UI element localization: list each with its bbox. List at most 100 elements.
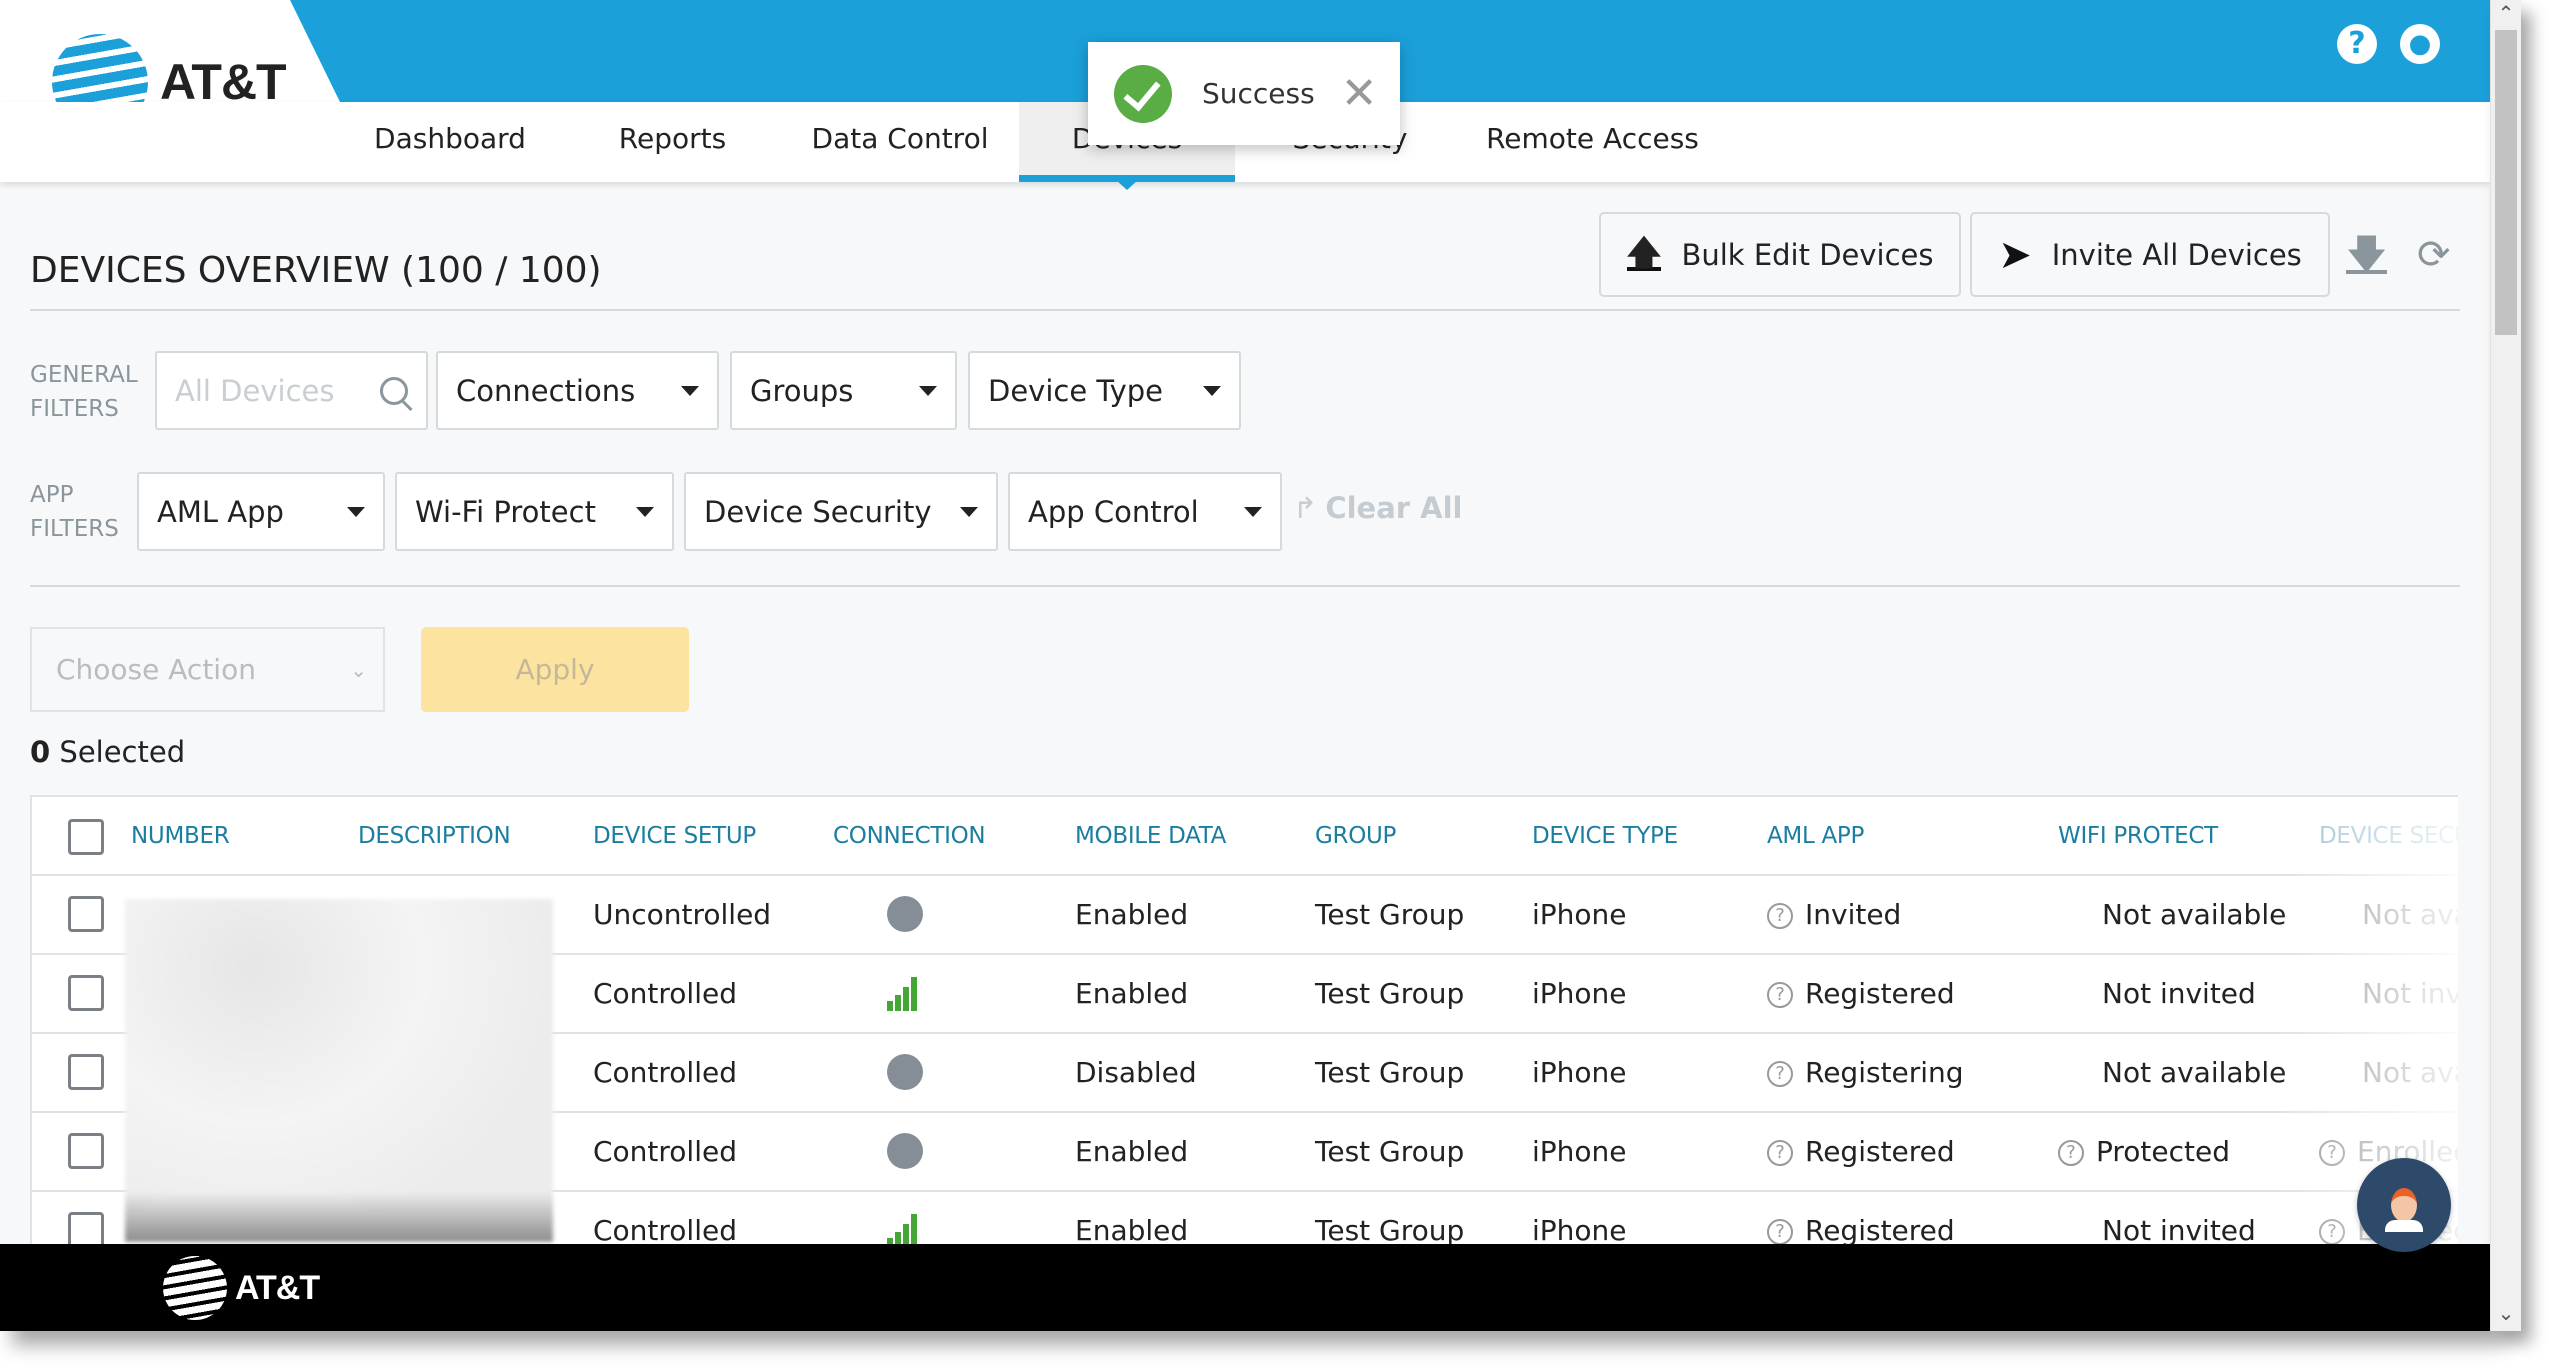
invite-all-devices-button[interactable]: ➤ Invite All Devices: [1970, 212, 2330, 297]
device-security-filter[interactable]: Device Security: [684, 472, 998, 551]
col-wifi-protect[interactable]: WIFI PROTECT: [2058, 823, 2218, 849]
wifi-protect-cell: Not available: [2102, 1056, 2287, 1089]
row-checkbox[interactable]: [68, 1054, 104, 1090]
device-type-cell: iPhone: [1532, 898, 1627, 931]
device-setup-cell: Uncontrolled: [593, 898, 772, 931]
app-control-filter[interactable]: App Control: [1008, 472, 1282, 551]
help-circle-icon[interactable]: ?: [1767, 1219, 1793, 1245]
tab-reports[interactable]: Reports: [590, 102, 755, 182]
col-connection[interactable]: CONNECTION: [833, 823, 986, 849]
col-mobile-data[interactable]: MOBILE DATA: [1075, 823, 1226, 849]
help-circle-icon[interactable]: ?: [2319, 1219, 2345, 1245]
caret-down-icon: [681, 385, 699, 396]
success-toast: Success ✕: [1088, 42, 1400, 145]
invite-all-label: Invite All Devices: [2051, 237, 2302, 272]
group-cell: Test Group: [1315, 1056, 1465, 1089]
aml-app-cell: ? Invited: [1767, 898, 1901, 931]
col-device-security[interactable]: DEVICE SECU: [2319, 823, 2458, 849]
tab-remote-access[interactable]: Remote Access: [1480, 102, 1705, 182]
device-setup-cell: Controlled: [593, 1214, 737, 1247]
help-circle-icon[interactable]: ?: [1767, 1061, 1793, 1087]
connection-cell: [887, 896, 923, 932]
scroll-up-icon[interactable]: ⌃: [2491, 0, 2521, 26]
help-circle-icon[interactable]: ?: [2319, 1140, 2345, 1166]
tab-data-control[interactable]: Data Control: [800, 102, 1000, 182]
send-icon: ➤: [1998, 231, 2032, 278]
group-cell: Test Group: [1315, 898, 1465, 931]
connection-cell: [887, 975, 917, 1011]
help-circle-icon[interactable]: ?: [2337, 24, 2377, 64]
device-type-cell: iPhone: [1532, 1056, 1627, 1089]
group-cell: Test Group: [1315, 1135, 1465, 1168]
offline-status-icon: [887, 896, 923, 932]
tab-dashboard[interactable]: Dashboard: [360, 102, 540, 182]
search-input[interactable]: All Devices: [155, 351, 428, 430]
select-all-checkbox[interactable]: [68, 819, 104, 855]
wifi-protect-cell: Not invited: [2102, 977, 2256, 1010]
close-icon[interactable]: ✕: [1341, 71, 1378, 115]
wifi-protect-cell: Not invited: [2102, 1214, 2256, 1247]
caret-down-icon: [347, 506, 365, 517]
aml-app-cell: ? Registered: [1767, 1214, 1955, 1247]
signal-strength-icon: [887, 975, 917, 1011]
selected-count: 0 Selected: [30, 735, 186, 769]
group-cell: Test Group: [1315, 1214, 1465, 1247]
chat-assistant-button[interactable]: [2357, 1158, 2451, 1252]
footer-logo: AT&T: [163, 1256, 320, 1320]
aml-app-cell: ? Registering: [1767, 1056, 1964, 1089]
row-checkbox[interactable]: [68, 1133, 104, 1169]
device-type-cell: iPhone: [1532, 1135, 1627, 1168]
upload-icon: 🡅: [1626, 232, 1662, 273]
wifi-protect-cell: ? Protected: [2058, 1135, 2230, 1168]
refresh-icon[interactable]: ⟳: [2417, 232, 2451, 278]
device-setup-cell: Controlled: [593, 1135, 737, 1168]
row-checkbox[interactable]: [68, 975, 104, 1011]
col-aml-app[interactable]: AML APP: [1767, 823, 1864, 849]
device-setup-cell: Controlled: [593, 977, 737, 1010]
device-type-cell: iPhone: [1532, 977, 1627, 1010]
help-circle-icon[interactable]: ?: [1767, 903, 1793, 929]
col-number[interactable]: NUMBER: [131, 823, 230, 849]
help-circle-icon[interactable]: ?: [1767, 1140, 1793, 1166]
apply-button[interactable]: Apply: [421, 627, 689, 712]
caret-down-icon: [960, 506, 978, 517]
mobile-data-cell: Enabled: [1075, 898, 1189, 931]
wifi-protect-cell: Not available: [2102, 898, 2287, 931]
user-account-icon[interactable]: ●: [2400, 24, 2440, 64]
scroll-down-icon[interactable]: ⌄: [2491, 1300, 2521, 1326]
aml-app-cell: ? Registered: [1767, 1135, 1955, 1168]
groups-filter[interactable]: Groups: [730, 351, 957, 430]
row-checkbox[interactable]: [68, 896, 104, 932]
chat-assistant-avatar-icon: [2385, 1188, 2423, 1232]
caret-down-icon: [1244, 506, 1262, 517]
choose-action-select[interactable]: Choose Action ⌄: [30, 627, 385, 712]
connections-filter[interactable]: Connections: [436, 351, 719, 430]
wifi-protect-filter[interactable]: Wi-Fi Protect: [395, 472, 674, 551]
aml-app-cell: ? Registered: [1767, 977, 1955, 1010]
col-group[interactable]: GROUP: [1315, 823, 1396, 849]
scrollbar-thumb[interactable]: [2495, 30, 2517, 335]
caret-down-icon: [919, 385, 937, 396]
devices-table: NUMBER DESCRIPTION DEVICE SETUP CONNECTI…: [30, 795, 2458, 1255]
help-circle-icon[interactable]: ?: [2058, 1140, 2084, 1166]
active-tab-indicator: [1116, 180, 1138, 190]
help-circle-icon[interactable]: ?: [1767, 982, 1793, 1008]
general-filters-label: GENERAL FILTERS: [30, 362, 138, 422]
app-window: AT&T ? ● Dashboard Reports Data Control …: [0, 0, 2490, 1331]
col-device-setup[interactable]: DEVICE SETUP: [593, 823, 756, 849]
caret-down-icon: [636, 506, 654, 517]
col-device-type[interactable]: DEVICE TYPE: [1532, 823, 1678, 849]
att-globe-icon: [163, 1256, 227, 1320]
device-setup-cell: Controlled: [593, 1056, 737, 1089]
aml-app-filter[interactable]: AML App: [137, 472, 385, 551]
vertical-scrollbar[interactable]: ⌃ ⌄: [2490, 0, 2521, 1331]
download-icon[interactable]: 🡇: [2346, 232, 2388, 278]
toast-message: Success: [1202, 77, 1315, 110]
bulk-edit-devices-button[interactable]: 🡅 Bulk Edit Devices: [1599, 212, 1961, 297]
device-type-filter[interactable]: Device Type: [968, 351, 1241, 430]
col-description[interactable]: DESCRIPTION: [358, 823, 511, 849]
redacted-number-description: [125, 899, 553, 1242]
clear-all-button[interactable]: ↱ Clear All: [1293, 491, 1463, 525]
row-checkbox[interactable]: [68, 1212, 104, 1248]
mobile-data-cell: Disabled: [1075, 1056, 1197, 1089]
